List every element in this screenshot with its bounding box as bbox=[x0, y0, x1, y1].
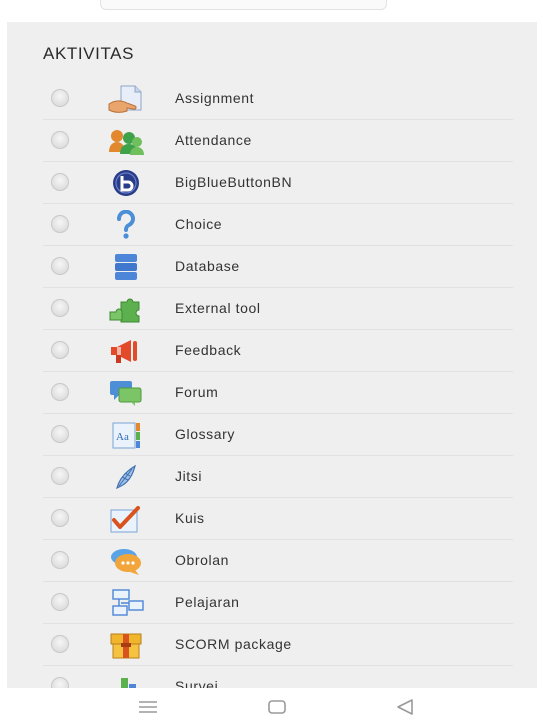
activity-option-choice[interactable]: Choice bbox=[43, 204, 513, 246]
activity-label: Jitsi bbox=[175, 468, 203, 484]
svg-text:Aa: Aa bbox=[116, 431, 129, 443]
android-navigation-bar bbox=[0, 688, 543, 726]
jitsi-icon bbox=[107, 462, 145, 492]
activity-option-kuis[interactable]: Kuis bbox=[43, 498, 513, 540]
activity-option-attendance[interactable]: Attendance bbox=[43, 120, 513, 162]
radio-button[interactable] bbox=[51, 341, 69, 359]
radio-button[interactable] bbox=[51, 173, 69, 191]
top-bar bbox=[0, 0, 543, 22]
radio-button[interactable] bbox=[51, 299, 69, 317]
activity-label: Obrolan bbox=[175, 552, 230, 568]
radio-button[interactable] bbox=[51, 383, 69, 401]
feedback-icon bbox=[107, 336, 145, 366]
section-title: AKTIVITAS bbox=[43, 44, 135, 63]
lesson-icon bbox=[107, 588, 145, 618]
activity-option-assignment[interactable]: Assignment bbox=[43, 78, 513, 120]
radio-button[interactable] bbox=[51, 677, 69, 688]
activity-label: Attendance bbox=[175, 132, 252, 148]
activity-label: Feedback bbox=[175, 342, 242, 358]
activity-option-survei[interactable]: Survei bbox=[43, 666, 513, 688]
activity-label: External tool bbox=[175, 300, 261, 316]
attendance-icon bbox=[107, 126, 145, 156]
activity-option-glossary[interactable]: Aa Glossary bbox=[43, 414, 513, 456]
radio-button[interactable] bbox=[51, 131, 69, 149]
back-icon[interactable] bbox=[393, 696, 417, 718]
glossary-icon: Aa bbox=[107, 420, 145, 450]
radio-button[interactable] bbox=[51, 467, 69, 485]
menu-icon[interactable] bbox=[136, 696, 160, 718]
activity-option-forum[interactable]: Forum bbox=[43, 372, 513, 414]
radio-button[interactable] bbox=[51, 425, 69, 443]
activity-label: Choice bbox=[175, 216, 223, 232]
activity-option-feedback[interactable]: Feedback bbox=[43, 330, 513, 372]
choice-icon bbox=[107, 209, 145, 240]
activity-option-bigbluebuttonbn[interactable]: BigBlueButtonBN bbox=[43, 162, 513, 204]
home-icon[interactable] bbox=[265, 696, 289, 718]
bigbluebutton-icon bbox=[107, 168, 145, 198]
scorm-icon bbox=[107, 630, 145, 660]
activity-label: Database bbox=[175, 258, 240, 274]
assignment-icon bbox=[107, 84, 145, 114]
activity-option-obrolan[interactable]: Obrolan bbox=[43, 540, 513, 582]
radio-button[interactable] bbox=[51, 257, 69, 275]
activity-option-jitsi[interactable]: Jitsi bbox=[43, 456, 513, 498]
radio-button[interactable] bbox=[51, 551, 69, 569]
chat-icon bbox=[107, 546, 145, 576]
activity-label: Pelajaran bbox=[175, 594, 240, 610]
activity-label: SCORM package bbox=[175, 636, 292, 652]
radio-button[interactable] bbox=[51, 509, 69, 527]
activity-label: Forum bbox=[175, 384, 219, 400]
survey-icon bbox=[107, 672, 145, 688]
radio-button[interactable] bbox=[51, 89, 69, 107]
radio-button[interactable] bbox=[51, 635, 69, 653]
activity-option-scorm-package[interactable]: SCORM package bbox=[43, 624, 513, 666]
activity-label: Kuis bbox=[175, 510, 205, 526]
quiz-icon bbox=[107, 504, 145, 534]
activity-option-pelajaran[interactable]: Pelajaran bbox=[43, 582, 513, 624]
activity-chooser-panel: AKTIVITAS Assignment Attendance BigBlueB… bbox=[7, 22, 537, 688]
activity-label: BigBlueButtonBN bbox=[175, 174, 293, 190]
activity-label: Assignment bbox=[175, 90, 255, 106]
search-bar-edge[interactable] bbox=[100, 0, 387, 10]
forum-icon bbox=[107, 378, 145, 408]
external-tool-icon bbox=[107, 294, 145, 324]
database-icon bbox=[107, 252, 145, 282]
radio-button[interactable] bbox=[51, 215, 69, 233]
activity-list: Assignment Attendance BigBlueButtonBN Ch… bbox=[43, 78, 513, 688]
activity-option-external-tool[interactable]: External tool bbox=[43, 288, 513, 330]
activity-option-database[interactable]: Database bbox=[43, 246, 513, 288]
activity-label: Glossary bbox=[175, 426, 236, 442]
activity-label: Survei bbox=[175, 678, 219, 688]
radio-button[interactable] bbox=[51, 593, 69, 611]
